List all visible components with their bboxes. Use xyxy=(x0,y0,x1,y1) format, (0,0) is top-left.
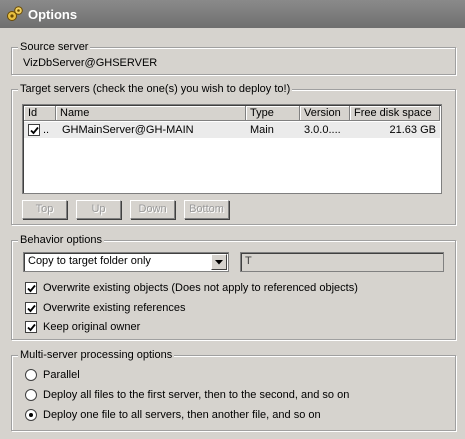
column-header-free-disk[interactable]: Free disk space xyxy=(350,106,440,121)
multi-server-group: Multi-server processing options Parallel… xyxy=(11,348,456,431)
checkmark-icon xyxy=(26,284,36,292)
sequential-servers-option[interactable]: Deploy all files to the first server, th… xyxy=(25,389,349,401)
chevron-down-icon[interactable] xyxy=(211,254,227,270)
overwrite-references-checkbox[interactable] xyxy=(25,302,37,314)
column-header-id[interactable]: Id xyxy=(24,106,56,121)
target-path-input[interactable]: T xyxy=(240,252,444,272)
behavior-options-group: Behavior options Copy to target folder o… xyxy=(11,233,456,340)
multi-server-label: Multi-server processing options xyxy=(18,348,175,362)
checkmark-icon xyxy=(26,304,36,312)
target-servers-label: Target servers (check the one(s) you wis… xyxy=(18,82,293,96)
row-free-disk: 21.63 GB xyxy=(389,124,436,136)
window-title-bar: Options xyxy=(0,0,465,28)
list-header: Id Name Type Version Free disk space xyxy=(24,106,440,121)
move-bottom-button[interactable]: Bottom xyxy=(184,200,229,219)
row-name: GHMainServer@GH-MAIN xyxy=(62,124,194,136)
checkmark-icon xyxy=(26,323,36,331)
parallel-label: Parallel xyxy=(43,369,80,381)
move-top-button[interactable]: Top xyxy=(22,200,67,219)
row-type: Main xyxy=(250,124,274,136)
target-path-value: T xyxy=(245,255,252,267)
move-down-button[interactable]: Down xyxy=(130,200,175,219)
overwrite-objects-checkbox[interactable] xyxy=(25,282,37,294)
row-id: .. xyxy=(43,124,50,136)
overwrite-references-option[interactable]: Overwrite existing references xyxy=(25,302,185,314)
source-server-value: VizDbServer@GHSERVER xyxy=(23,57,158,69)
keep-owner-label: Keep original owner xyxy=(43,321,141,333)
move-up-button[interactable]: Up xyxy=(76,200,121,219)
file-by-file-label: Deploy one file to all servers, then ano… xyxy=(43,409,321,421)
keep-owner-checkbox[interactable] xyxy=(25,321,37,333)
keep-owner-option[interactable]: Keep original owner xyxy=(25,321,140,333)
file-by-file-radio[interactable] xyxy=(25,409,37,421)
parallel-radio[interactable] xyxy=(25,369,37,381)
column-header-version[interactable]: Version xyxy=(300,106,350,121)
parallel-option[interactable]: Parallel xyxy=(25,369,80,381)
overwrite-references-label: Overwrite existing references xyxy=(43,302,186,314)
sequential-servers-label: Deploy all files to the first server, th… xyxy=(43,389,350,401)
file-by-file-option[interactable]: Deploy one file to all servers, then ano… xyxy=(25,409,321,421)
target-servers-group: Target servers (check the one(s) you wis… xyxy=(11,82,456,225)
behavior-options-label: Behavior options xyxy=(18,233,104,247)
overwrite-objects-option[interactable]: Overwrite existing objects (Does not app… xyxy=(25,282,358,294)
checkmark-icon xyxy=(29,126,39,134)
column-header-type[interactable]: Type xyxy=(246,106,300,121)
sequential-servers-radio[interactable] xyxy=(25,389,37,401)
row-checkbox[interactable] xyxy=(28,124,40,136)
options-gears-icon xyxy=(7,6,23,21)
row-version: 3.0.0.... xyxy=(304,124,341,136)
source-server-group: Source server VizDbServer@GHSERVER xyxy=(11,40,456,75)
column-header-name[interactable]: Name xyxy=(56,106,246,121)
target-servers-list[interactable]: Id Name Type Version Free disk space .. … xyxy=(22,104,442,194)
deploy-mode-value: Copy to target folder only xyxy=(28,255,151,267)
radio-dot-icon xyxy=(29,413,33,417)
window-title: Options xyxy=(28,6,78,22)
deploy-mode-select[interactable]: Copy to target folder only xyxy=(23,252,229,272)
overwrite-objects-label: Overwrite existing objects (Does not app… xyxy=(43,282,358,294)
table-row[interactable]: .. GHMainServer@GH-MAIN Main 3.0.0.... 2… xyxy=(24,122,440,138)
source-server-label: Source server xyxy=(18,40,91,54)
